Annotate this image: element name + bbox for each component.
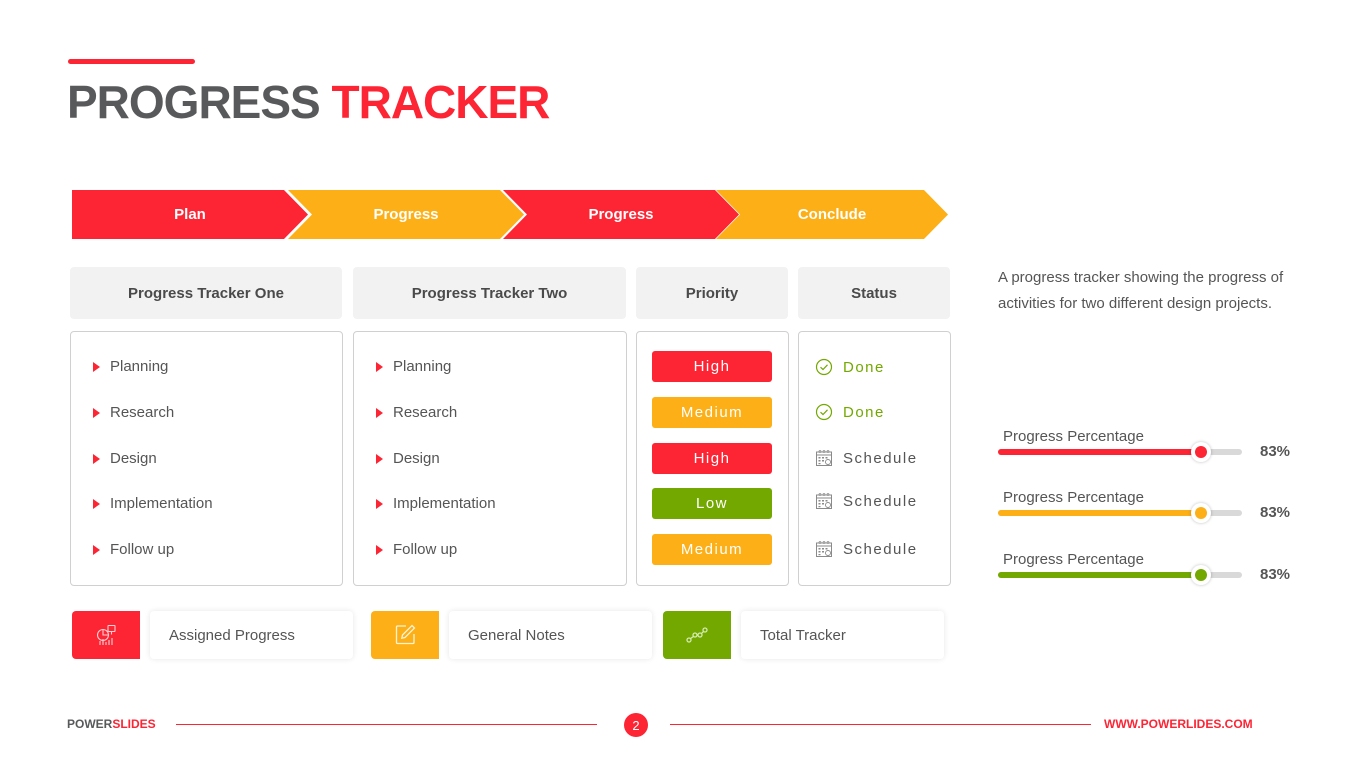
priority-badge: Medium — [652, 534, 772, 565]
progress-label: Progress Percentage — [1003, 428, 1144, 445]
calendar-icon — [815, 540, 833, 558]
list-item: Design — [93, 450, 157, 467]
progress-track — [998, 503, 1242, 523]
stage-conclude: Conclude — [716, 190, 948, 239]
list-item: Design — [376, 450, 440, 467]
total-tracker-icon-box[interactable] — [663, 611, 731, 659]
tracker-two-list: Planning Research Design Implementation … — [353, 331, 627, 586]
total-tracker-card[interactable]: Total Tracker — [741, 611, 944, 659]
page-title: PROGRESS TRACKER — [67, 76, 551, 128]
bullet-triangle-icon — [376, 361, 383, 372]
stage-progress-1: Progress — [288, 190, 524, 239]
description-text: A progress tracker showing the progress … — [998, 269, 1284, 312]
footer-divider-right — [670, 724, 1091, 725]
status-item: Schedule — [815, 492, 918, 510]
header-tracker-two: Progress Tracker Two — [353, 267, 626, 319]
title-part-1: PROGRESS — [67, 76, 321, 128]
priority-badge: Low — [652, 488, 772, 519]
list-item: Implementation — [376, 495, 496, 512]
progress-knob[interactable] — [1190, 503, 1211, 523]
footer-divider-left — [176, 724, 597, 725]
progress-fill — [998, 449, 1201, 455]
stage-label: Conclude — [797, 206, 867, 223]
bullet-triangle-icon — [376, 407, 383, 418]
list-item: Planning — [93, 358, 168, 375]
progress-fill — [998, 572, 1201, 578]
list-item: Research — [376, 404, 457, 421]
progress-knob[interactable] — [1190, 565, 1211, 585]
status-list: Done Done Schedule Schedule Schedule — [798, 331, 951, 586]
status-item: Schedule — [815, 449, 918, 467]
check-circle-icon — [815, 358, 833, 376]
list-item: Follow up — [376, 541, 457, 558]
bullet-triangle-icon — [376, 498, 383, 509]
presentation-chart-icon — [96, 624, 116, 645]
assigned-progress-card[interactable]: Assigned Progress — [150, 611, 353, 659]
progress-percent: 83% — [1260, 566, 1291, 583]
general-notes-card[interactable]: General Notes — [449, 611, 652, 659]
stage-progress-2: Progress — [503, 190, 739, 239]
priority-list: High Medium High Low Medium — [636, 331, 789, 586]
stage-label: Progress — [588, 206, 654, 223]
progress-label: Progress Percentage — [1003, 551, 1144, 568]
status-item: Done — [815, 358, 885, 376]
list-item: Implementation — [93, 495, 213, 512]
bullet-triangle-icon — [93, 361, 100, 372]
stage-label: Plan — [174, 206, 206, 223]
edit-note-icon — [395, 624, 416, 645]
calendar-icon — [815, 449, 833, 467]
header-tracker-one: Progress Tracker One — [70, 267, 342, 319]
trend-line-icon — [686, 627, 708, 643]
list-item: Follow up — [93, 541, 174, 558]
progress-percent: 83% — [1260, 443, 1291, 460]
bullet-triangle-icon — [376, 544, 383, 555]
title-part-2: TRACKER — [331, 76, 551, 128]
stage-label: Progress — [373, 206, 439, 223]
tracker-one-list: Planning Research Design Implementation … — [70, 331, 343, 586]
list-item: Research — [93, 404, 174, 421]
bullet-triangle-icon — [93, 544, 100, 555]
progress-track — [998, 565, 1242, 585]
general-notes-icon-box[interactable] — [371, 611, 439, 659]
check-circle-icon — [815, 403, 833, 421]
status-item: Done — [815, 403, 885, 421]
title-accent-bar — [68, 59, 195, 64]
stage-chevrons: Plan Progress Progress Conclude — [72, 190, 952, 239]
stage-plan: Plan — [72, 190, 308, 239]
progress-label: Progress Percentage — [1003, 489, 1144, 506]
header-status: Status — [798, 267, 950, 319]
priority-badge: Medium — [652, 397, 772, 428]
brand-logo: POWERSLIDES — [67, 717, 156, 731]
progress-knob[interactable] — [1190, 442, 1211, 462]
calendar-icon — [815, 492, 833, 510]
bullet-triangle-icon — [93, 498, 100, 509]
priority-badge: High — [652, 351, 772, 382]
list-item: Planning — [376, 358, 451, 375]
bullet-triangle-icon — [376, 453, 383, 464]
progress-track — [998, 442, 1242, 462]
progress-percent: 83% — [1260, 504, 1291, 521]
bullet-triangle-icon — [93, 407, 100, 418]
progress-fill — [998, 510, 1201, 516]
website-link[interactable]: WWW.POWERLIDES.COM — [1104, 717, 1253, 731]
page-number: 2 — [624, 713, 648, 737]
status-item: Schedule — [815, 540, 918, 558]
priority-badge: High — [652, 443, 772, 474]
header-priority: Priority — [636, 267, 788, 319]
assigned-progress-icon-box[interactable] — [72, 611, 140, 659]
bullet-triangle-icon — [93, 453, 100, 464]
